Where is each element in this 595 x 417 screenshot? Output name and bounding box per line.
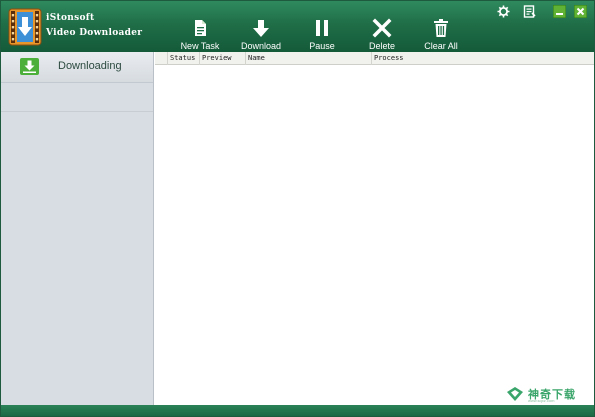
new-task-button[interactable]: New Task	[179, 18, 221, 52]
column-header-status[interactable]: Status	[167, 52, 198, 65]
delete-label: Delete	[368, 41, 395, 51]
delete-x-icon	[372, 18, 392, 38]
trash-icon	[434, 19, 448, 37]
pause-button[interactable]: Pause	[307, 18, 337, 52]
watermark-subtext: www.sqxz.com	[528, 398, 555, 403]
watermark-logo-icon	[507, 387, 523, 401]
table-header: Status Preview Name Process	[155, 52, 594, 65]
clear-all-button[interactable]: Clear All	[423, 18, 459, 52]
sidebar-divider	[1, 111, 153, 112]
app-logo-icon	[8, 8, 42, 46]
gear-icon[interactable]	[497, 5, 510, 18]
new-document-icon	[195, 20, 206, 36]
register-icon[interactable]	[523, 5, 536, 18]
column-header-name[interactable]: Name	[245, 52, 371, 65]
close-icon[interactable]	[574, 5, 587, 18]
pause-icon	[316, 20, 328, 36]
sidebar-item-label: Downloading	[58, 60, 122, 72]
app-title-line2: Video Downloader	[46, 28, 143, 38]
title-toolbar-bar: iStonsoft Video Downloader New Task Down…	[1, 1, 594, 52]
column-header-preview[interactable]: Preview	[199, 52, 245, 65]
download-arrow-icon	[253, 20, 269, 37]
new-task-label: New Task	[180, 41, 220, 51]
task-list: Status Preview Name Process	[155, 52, 594, 405]
app-title: iStonsoft Video Downloader	[46, 11, 142, 41]
delete-button[interactable]: Delete	[367, 18, 397, 52]
status-bar	[1, 405, 594, 416]
sidebar-item-downloading[interactable]: Downloading	[1, 52, 153, 83]
clear-all-label: Clear All	[424, 41, 458, 51]
download-button[interactable]: Download	[239, 18, 283, 52]
download-arrow-icon	[20, 58, 39, 75]
pause-label: Pause	[309, 41, 335, 51]
sidebar: Downloading	[1, 52, 154, 405]
app-window: iStonsoft Video Downloader New Task Down…	[0, 0, 595, 417]
column-header-process[interactable]: Process	[371, 52, 594, 65]
minimize-icon[interactable]	[553, 5, 566, 18]
download-label: Download	[240, 41, 282, 51]
app-title-line1: iStonsoft	[46, 13, 95, 23]
watermark: 神奇下载 www.sqxz.com	[506, 385, 586, 403]
